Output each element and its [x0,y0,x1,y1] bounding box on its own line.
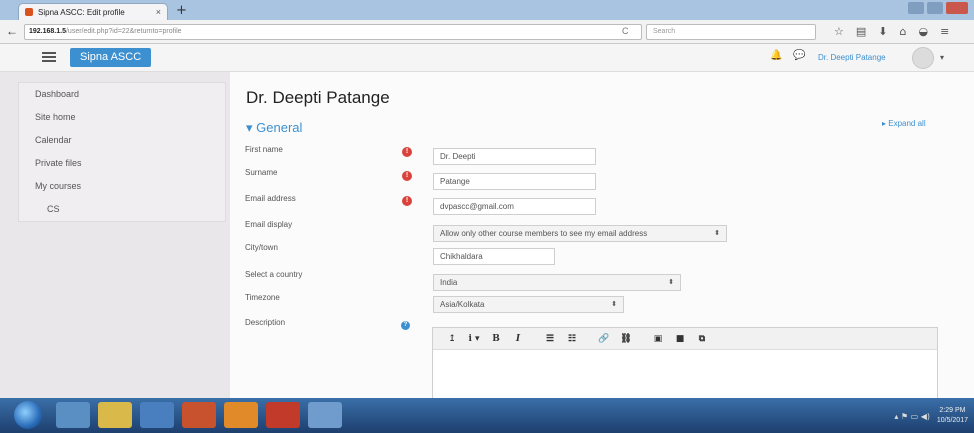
hamburger-menu-icon[interactable] [42,52,56,62]
email-display-selected: Allow only other course members to see m… [440,229,648,238]
moodle-favicon-icon [25,8,33,16]
country-select[interactable]: India ⬍ [433,274,681,291]
unordered-list-icon[interactable]: ☰ [541,331,559,347]
tab-title: Sipna ASCC: Edit profile [38,7,125,17]
country-label: Select a country [245,270,303,279]
file-explorer-icon[interactable] [98,402,132,428]
select-arrow-icon: ⬍ [611,301,617,308]
media-player-icon[interactable] [140,402,174,428]
sidebar-item-my-courses[interactable]: My courses [19,175,225,198]
start-button[interactable] [14,401,42,429]
minimize-button[interactable] [908,2,924,14]
chevron-down-icon: ▾ [246,120,257,135]
email-field[interactable]: dvpascc@gmail.com [433,198,596,215]
main-content: Dr. Deepti Patange ▾ General ▸ Expand al… [230,72,974,400]
browser-search-input[interactable]: Search [646,24,816,40]
clock-date: 10/5/2017 [936,417,968,424]
pocket-icon[interactable]: ◒ [918,25,928,38]
site-navbar: Sipna ASCC 🔔 💬 Dr. Deepti Patange ▾ [0,44,974,72]
timezone-selected: Asia/Kolkata [440,300,485,309]
media-icon[interactable]: ■ [671,331,689,347]
messages-icon[interactable]: 💬 [793,50,805,61]
nav-drawer: Dashboard Site home Calendar Private fil… [18,82,226,222]
app-icon[interactable] [308,402,342,428]
first-name-input[interactable]: Dr. Deepti [433,148,596,165]
chevron-down-icon[interactable]: ▾ [940,53,944,62]
site-brand-button[interactable]: Sipna ASCC [70,48,152,67]
select-arrow-icon: ⬍ [714,230,720,237]
sidebar-item-private-files[interactable]: Private files [19,152,225,175]
browser-tab[interactable]: Sipna ASCC: Edit profile × [18,3,168,20]
sidebar-item-site-home[interactable]: Site home [19,106,225,129]
city-town-label: City/town [245,243,278,252]
sidebar-item-calendar[interactable]: Calendar [19,129,225,152]
browser-toolbar-icons: ☆ ▤ ⬇ ⌂ ◒ ≡ [834,25,949,38]
download-icon[interactable]: ⬇ [878,25,887,38]
help-icon[interactable]: ? [401,321,410,330]
surname-input[interactable]: Patange [433,173,596,190]
browser-tab-strip: Sipna ASCC: Edit profile × + [0,0,974,20]
image-icon[interactable]: ▣ [649,331,667,347]
description-editor[interactable]: ↥ i ▾ B I ☰ ☷ 🔗 ⛓ ▣ ■ ⧉ [432,327,938,400]
address-bar[interactable]: 192.168.1.5/user/edit.php?id=22&returnto… [24,24,642,40]
select-arrow-icon: ⬍ [668,279,674,286]
star-icon[interactable]: ☆ [834,25,844,38]
first-name-label: First name [245,145,283,154]
email-display-label: Email display [245,220,293,229]
italic-icon[interactable]: I [509,331,527,347]
taskbar-clock[interactable]: 2:29 PM 10/5/2017 [937,406,968,426]
close-window-button[interactable] [946,2,968,14]
show-more-buttons-icon[interactable]: ↥ [443,331,461,347]
email-address-label: Email address [245,194,296,203]
unlink-icon[interactable]: ⛓ [617,331,635,347]
page-title: Dr. Deepti Patange [246,88,390,107]
surname-label: Surname [245,168,278,177]
expand-all-link[interactable]: ▸ Expand all [882,119,926,128]
description-label: Description [245,318,286,327]
bold-icon[interactable]: B [487,331,505,347]
required-icon: ! [402,147,412,157]
firefox-icon[interactable] [224,402,258,428]
required-icon: ! [402,171,412,181]
paragraph-styles-icon[interactable]: i ▾ [465,331,483,347]
reload-icon[interactable]: C [622,26,629,36]
country-selected: India [440,278,458,287]
clipboard-icon[interactable]: ▤ [856,25,866,38]
user-menu-name[interactable]: Dr. Deepti Patange [818,53,886,62]
avatar[interactable] [912,47,934,69]
url-host: 192.168.1.5 [29,28,66,35]
menu-icon[interactable]: ≡ [940,25,949,38]
opera-icon[interactable] [266,402,300,428]
os-taskbar: ▴ ⚑ ▭ ◀) 2:29 PM 10/5/2017 [0,398,974,433]
system-tray[interactable]: ▴ ⚑ ▭ ◀) [894,412,930,421]
editor-toolbar: ↥ i ▾ B I ☰ ☷ 🔗 ⛓ ▣ ■ ⧉ [433,328,937,350]
clock-time: 2:29 PM [939,407,966,414]
internet-explorer-icon[interactable] [56,402,90,428]
timezone-label: Timezone [245,293,280,302]
window-controls [908,2,968,14]
tab-close-icon[interactable]: × [156,7,161,17]
chrome-icon[interactable] [182,402,216,428]
ordered-list-icon[interactable]: ☷ [563,331,581,347]
email-display-select[interactable]: Allow only other course members to see m… [433,225,727,242]
new-tab-button[interactable]: + [176,3,187,18]
section-header-general[interactable]: ▾ General [246,120,302,136]
home-icon[interactable]: ⌂ [900,25,907,38]
city-town-input[interactable]: Chikhaldara [433,248,555,265]
url-path: /user/edit.php?id=22&returnto=profile [65,28,182,35]
link-icon[interactable]: 🔗 [595,331,613,347]
sidebar-item-cs[interactable]: CS [19,198,225,221]
expand-all-label: Expand all [888,119,926,128]
timezone-select[interactable]: Asia/Kolkata ⬍ [433,296,624,313]
back-button[interactable]: ← [6,24,18,38]
manage-files-icon[interactable]: ⧉ [693,331,711,347]
search-placeholder: Search [653,28,676,35]
maximize-button[interactable] [927,2,943,14]
required-icon: ! [402,196,412,206]
browser-nav-bar: ← 192.168.1.5/user/edit.php?id=22&return… [0,20,974,44]
section-title: General [256,120,303,135]
notification-bell-icon[interactable]: 🔔 [770,50,782,61]
sidebar-item-dashboard[interactable]: Dashboard [19,83,225,106]
